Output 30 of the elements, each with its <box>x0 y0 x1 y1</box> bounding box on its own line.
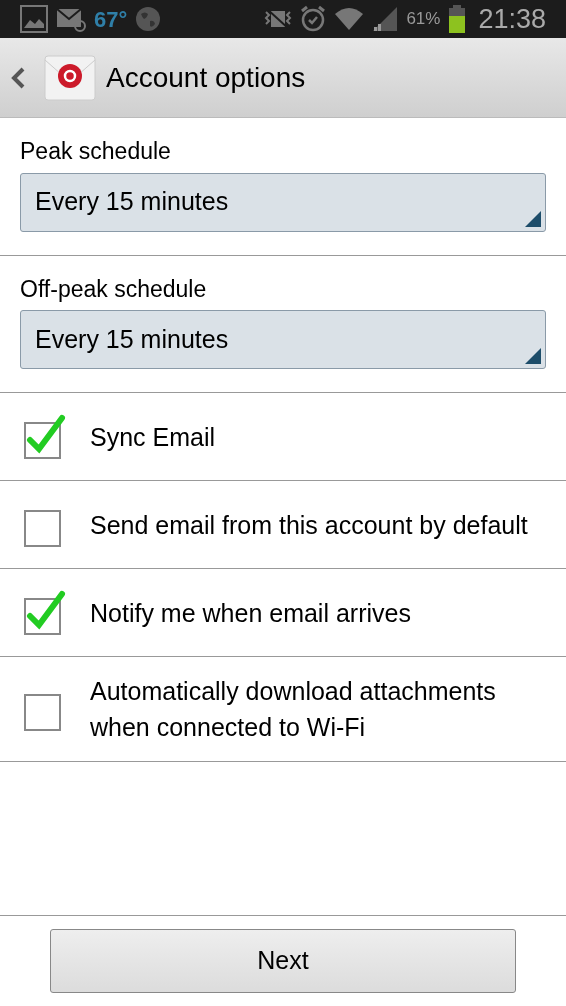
option-row[interactable]: Send email from this account by default <box>0 481 566 569</box>
option-label: Notify me when email arrives <box>90 597 411 629</box>
alarm-icon <box>300 5 327 33</box>
temperature: 67° <box>94 5 128 34</box>
dropdown-arrow-icon <box>525 348 541 364</box>
schedule-dropdown[interactable]: Every 15 minutes <box>20 310 546 369</box>
schedule-dropdown[interactable]: Every 15 minutes <box>20 172 546 232</box>
option-label: Send email from this account by default <box>90 509 528 541</box>
schedule-label: Peak schedule <box>20 137 172 166</box>
checkbox[interactable] <box>24 413 66 460</box>
battery-percent: 61% <box>406 8 441 31</box>
next-button[interactable]: Next <box>50 929 516 993</box>
schedule-label: Off-peak schedule <box>20 274 208 304</box>
option-row[interactable]: Sync Email <box>0 393 566 481</box>
clock: 21:38 <box>478 2 546 36</box>
option-label: Automatically download attachments when connected to Wi-Fi <box>90 676 497 743</box>
screen-title: Account options <box>106 60 306 95</box>
wifi-icon <box>334 6 365 32</box>
option-row[interactable]: Notify me when email arrives <box>0 569 566 657</box>
back-icon <box>10 65 26 90</box>
signal-icon <box>372 6 399 32</box>
battery-icon <box>448 5 467 33</box>
option-row[interactable]: Automatically download attachments when connected to Wi-Fi <box>0 657 566 762</box>
globe-icon <box>135 6 162 32</box>
mail-icon <box>56 6 86 32</box>
dropdown-arrow-icon <box>525 210 541 227</box>
checkbox[interactable] <box>24 589 66 636</box>
option-label: Sync Email <box>90 421 216 453</box>
email-app-icon <box>44 53 96 102</box>
picture-icon <box>20 5 48 33</box>
